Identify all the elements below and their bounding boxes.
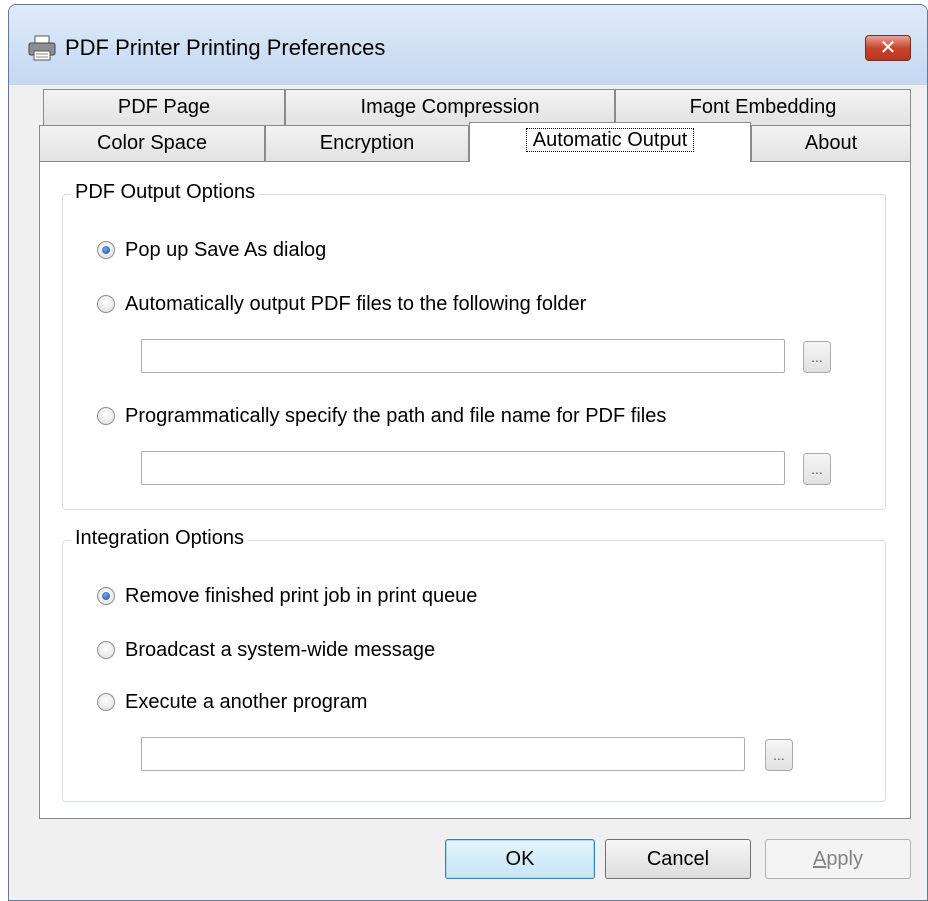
radio-button[interactable] [97,587,115,605]
radio-label: Programmatically specify the path and fi… [125,405,667,427]
tab-label: Automatic Output [525,128,695,152]
tab-image-compression[interactable]: Image Compression [285,89,615,125]
apply-label-mnemonic: A [812,848,827,870]
close-button[interactable]: ✕ [865,35,911,61]
tab-label: Image Compression [360,96,540,118]
tab-about[interactable]: About [751,125,911,161]
group-title: Integration Options [71,527,248,550]
radio-label: Broadcast a system-wide message [125,639,436,661]
radio-label: Automatically output PDF files to the fo… [125,293,587,315]
preferences-window: PDF Printer Printing Preferences ✕ PDF P… [8,4,928,901]
tab-label: PDF Page [117,96,211,118]
dialog-client-area: PDF Page Image Compression Font Embeddin… [9,85,927,900]
title-bar[interactable]: PDF Printer Printing Preferences ✕ [9,5,927,85]
output-folder-input[interactable] [141,339,785,373]
browse-path-button[interactable]: ... [803,453,831,485]
tab-label: Font Embedding [689,96,837,118]
radio-button[interactable] [97,407,115,425]
tab-pdf-page[interactable]: PDF Page [43,89,285,125]
tab-label: Color Space [96,132,208,154]
tab-color-space[interactable]: Color Space [39,125,265,161]
programmatic-path-input[interactable] [141,451,785,485]
radio-button[interactable] [97,241,115,259]
apply-label-rest: pply [826,848,864,870]
tab-automatic-output[interactable]: Automatic Output [469,122,751,162]
radio-button[interactable] [97,295,115,313]
radio-label: Execute a another program [125,691,368,713]
radio-label: Pop up Save As dialog [125,239,327,261]
program-path-input[interactable] [141,737,745,771]
cancel-button[interactable]: Cancel [605,839,751,879]
radio-button[interactable] [97,693,115,711]
browse-program-button[interactable]: ... [765,739,793,771]
radio-label: Remove finished print job in print queue [125,585,478,607]
window-title: PDF Printer Printing Preferences [65,35,386,60]
printer-icon [28,35,56,61]
pdf-output-options-group: PDF Output Options Pop up Save As dialog… [62,181,886,510]
radio-button[interactable] [97,641,115,659]
tab-font-embedding[interactable]: Font Embedding [615,89,911,125]
group-title: PDF Output Options [71,181,260,204]
browse-folder-button[interactable]: ... [803,341,831,373]
automatic-output-panel: PDF Output Options Pop up Save As dialog… [39,161,911,819]
ok-button[interactable]: OK [445,839,595,879]
apply-button[interactable]: Apply [765,839,911,879]
tab-label: About [804,132,858,154]
tab-label: Encryption [319,132,415,154]
tab-encryption[interactable]: Encryption [265,125,469,161]
integration-options-group: Integration Options Remove finished prin… [62,527,886,802]
close-icon: ✕ [879,35,897,59]
